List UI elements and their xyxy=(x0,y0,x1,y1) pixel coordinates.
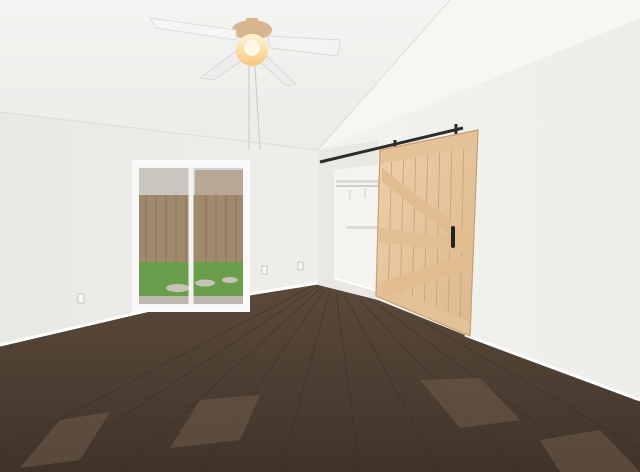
outlet-icon xyxy=(297,261,304,271)
room-photo xyxy=(0,0,640,472)
barn-door-handle-icon xyxy=(451,226,455,248)
outlet-icon xyxy=(261,265,268,275)
closet-opening xyxy=(318,140,383,300)
outlet-icon xyxy=(77,293,85,304)
sliding-glass-door xyxy=(132,160,250,312)
